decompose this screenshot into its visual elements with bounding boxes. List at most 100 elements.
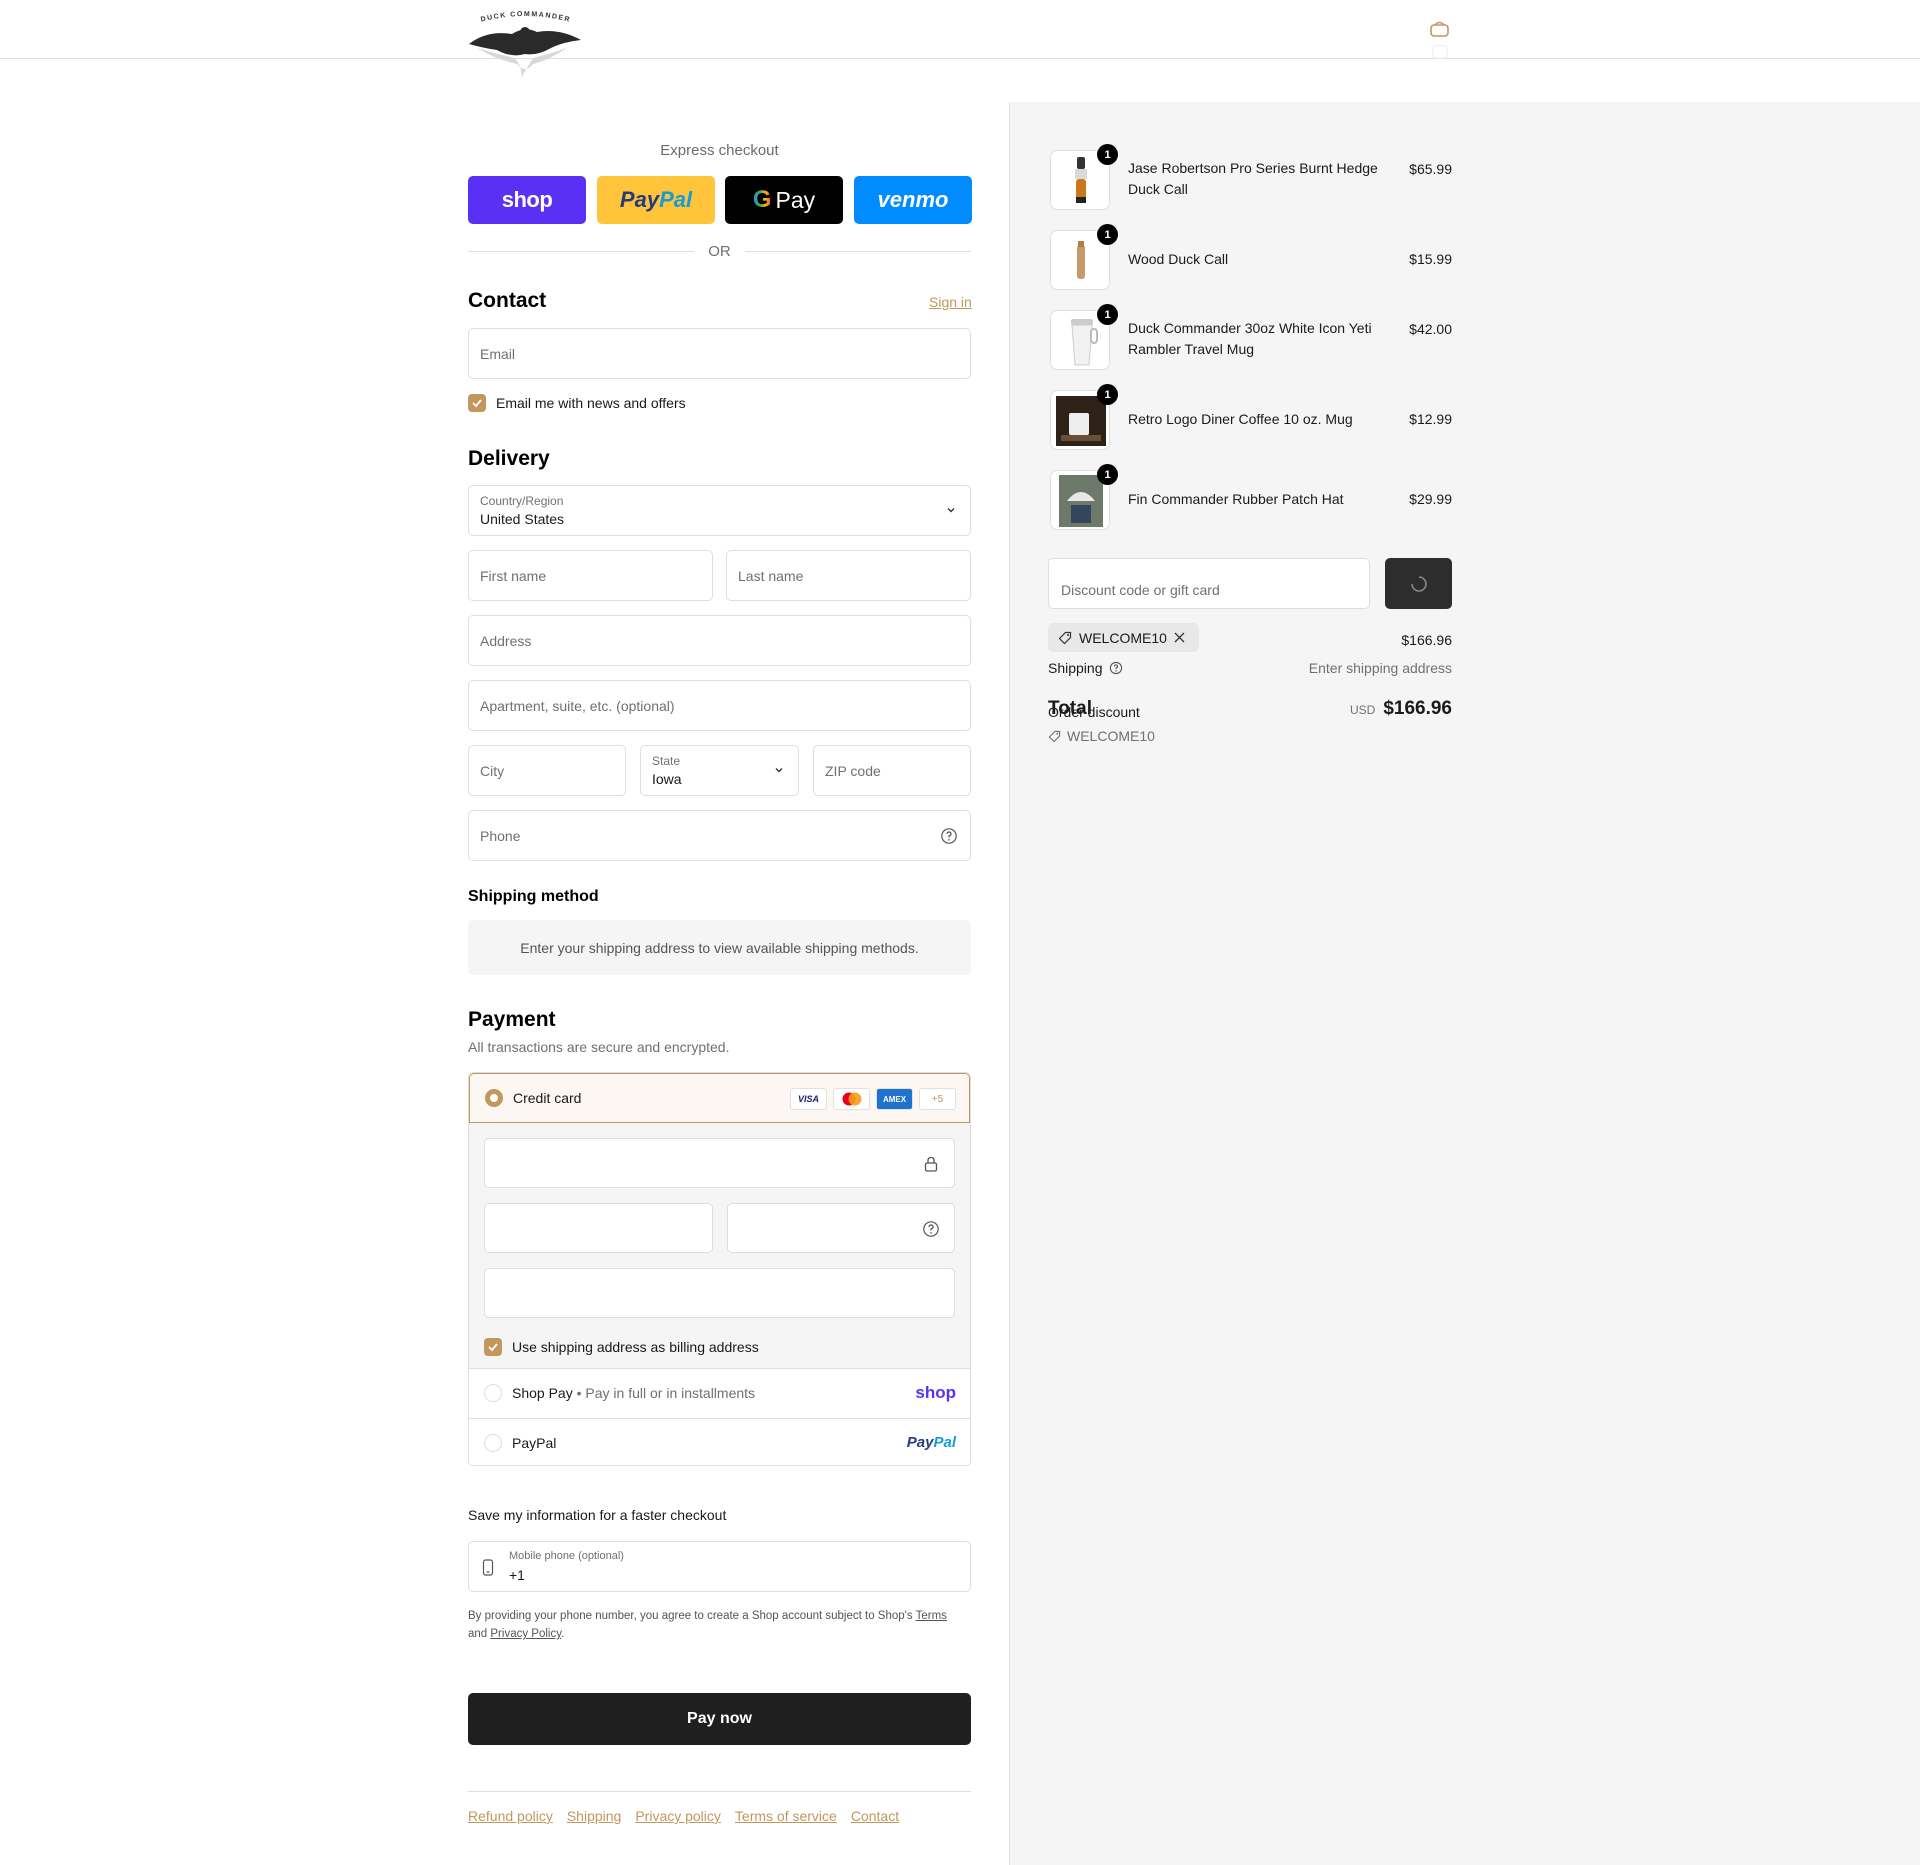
paypal-logo-part2: Pal: [933, 1434, 956, 1451]
expiration-date-field[interactable]: [484, 1203, 713, 1253]
city-field[interactable]: City: [468, 745, 626, 796]
country-label: Country/Region: [480, 494, 564, 508]
item-price: $42.00: [1409, 321, 1452, 337]
name-on-card-field[interactable]: [484, 1268, 955, 1318]
contact-title: Contact: [468, 289, 547, 312]
item-price: $15.99: [1409, 251, 1452, 267]
total-value-row: USD $166.96: [1350, 698, 1452, 720]
subtotal-value: $166.96: [1401, 632, 1452, 648]
shop-pay-express-button[interactable]: shop: [468, 176, 586, 224]
apartment-field[interactable]: Apartment, suite, etc. (optional): [468, 680, 971, 731]
shipping-label: Shipping: [1048, 660, 1103, 676]
credit-card-radio[interactable]: [485, 1089, 503, 1107]
payment-subtitle: All transactions are secure and encrypte…: [468, 1039, 730, 1055]
country-value: United States: [480, 511, 565, 527]
pay-now-button[interactable]: Pay now: [468, 1693, 971, 1745]
email-field[interactable]: Email: [468, 328, 971, 379]
total-value: $166.96: [1383, 698, 1452, 719]
gpay-label: Pay: [775, 186, 816, 213]
refund-policy-link[interactable]: Refund policy: [468, 1808, 553, 1824]
mobile-phone-field[interactable]: Mobile phone (optional) +1: [468, 1541, 971, 1592]
quantity-badge: 1: [1097, 384, 1118, 405]
payment-title: Payment: [468, 1008, 556, 1031]
help-icon[interactable]: [940, 827, 958, 845]
first-name-field[interactable]: First name: [468, 550, 713, 601]
shop-pay-label: Shop Pay: [512, 1385, 573, 1401]
billing-checkbox-row[interactable]: Use shipping address as billing address: [484, 1338, 759, 1356]
credit-card-form: Use shipping address as billing address: [469, 1123, 970, 1368]
bag-icon: [1430, 21, 1449, 59]
security-code-field[interactable]: [727, 1203, 955, 1253]
paypal-radio[interactable]: [484, 1434, 502, 1452]
close-icon[interactable]: [1174, 632, 1185, 643]
news-checkbox[interactable]: [468, 394, 486, 412]
phone-field[interactable]: Phone: [468, 810, 971, 861]
zip-placeholder: ZIP code: [825, 763, 881, 779]
billing-label: Use shipping address as billing address: [512, 1339, 759, 1355]
disclaimer-period: .: [561, 1628, 565, 1640]
cart-item: 1 Duck Commander 30oz White Icon Yeti Ra…: [1048, 304, 1452, 374]
total-label: Total: [1048, 698, 1092, 719]
state-select[interactable]: State Iowa: [640, 745, 799, 796]
state-label: State: [652, 754, 681, 768]
svg-text:DUCK COMMANDER: DUCK COMMANDER: [480, 11, 572, 24]
venmo-express-button[interactable]: venmo: [854, 176, 972, 224]
terms-link[interactable]: Terms: [916, 1610, 947, 1622]
payment-methods: Credit card VISA AMEX +5 Use shipping ad…: [468, 1072, 971, 1466]
address-placeholder: Address: [480, 633, 532, 649]
applied-discount-chip: WELCOME10: [1048, 623, 1199, 652]
item-name: Wood Duck Call: [1128, 251, 1229, 267]
state-value: Iowa: [652, 771, 682, 787]
spinner-icon: [1410, 575, 1427, 592]
help-icon[interactable]: [922, 1220, 940, 1238]
tag-icon: [1048, 730, 1061, 742]
divider-line: [468, 250, 695, 252]
google-pay-express-button[interactable]: G Pay: [725, 176, 843, 224]
shop-pay-logo: shop: [501, 187, 553, 212]
item-price: $29.99: [1409, 491, 1452, 507]
terms-of-service-link[interactable]: Terms of service: [735, 1808, 837, 1824]
billing-checkbox[interactable]: [484, 1338, 502, 1356]
shop-pay-option[interactable]: Shop Pay • Pay in full or in installment…: [469, 1368, 970, 1418]
shop-pay-separator: •: [576, 1385, 582, 1401]
disclaimer-text: By providing your phone number, you agre…: [468, 1610, 913, 1622]
apartment-placeholder: Apartment, suite, etc. (optional): [480, 698, 675, 714]
country-select[interactable]: Country/Region United States: [468, 485, 971, 536]
zip-field[interactable]: ZIP code: [813, 745, 971, 796]
privacy-policy-footer-link[interactable]: Privacy policy: [635, 1808, 721, 1824]
cart-button[interactable]: [1428, 20, 1452, 62]
shop-pay-radio[interactable]: [484, 1384, 502, 1402]
delivery-title: Delivery: [468, 447, 550, 470]
discount-code-input[interactable]: Discount code or gift card: [1048, 558, 1370, 609]
mastercard-icon: [833, 1088, 870, 1110]
contact-link[interactable]: Contact: [851, 1808, 899, 1824]
shipping-method-title: Shipping method: [468, 888, 599, 905]
duck-commander-logo[interactable]: DUCK COMMANDER: [467, 8, 583, 80]
paypal-label: PayPal: [512, 1435, 557, 1451]
apply-discount-button[interactable]: [1385, 558, 1452, 609]
paypal-logo-part1: Pay: [906, 1434, 934, 1451]
paypal-option[interactable]: PayPal PayPal: [469, 1418, 970, 1465]
item-name: Fin Commander Rubber Patch Hat: [1128, 491, 1344, 507]
news-checkbox-row[interactable]: Email me with news and offers: [468, 394, 686, 412]
more-cards-badge: +5: [919, 1088, 956, 1110]
order-discount-code-row: WELCOME10: [1048, 728, 1155, 744]
quantity-badge: 1: [1097, 144, 1118, 165]
shipping-link[interactable]: Shipping: [567, 1808, 622, 1824]
cart-item: 1 Fin Commander Rubber Patch Hat $29.99: [1048, 464, 1452, 534]
quantity-badge: 1: [1097, 464, 1118, 485]
address-field[interactable]: Address: [468, 615, 971, 666]
cart-item: 1 Jase Robertson Pro Series Burnt Hedge …: [1048, 144, 1452, 214]
help-icon[interactable]: [1109, 661, 1123, 675]
email-placeholder: Email: [480, 346, 516, 362]
mobile-phone-value: +1: [509, 1567, 525, 1583]
item-price: $12.99: [1409, 411, 1452, 427]
credit-card-option[interactable]: Credit card VISA AMEX +5: [469, 1073, 970, 1123]
check-icon: [472, 399, 482, 408]
privacy-policy-link[interactable]: Privacy Policy: [490, 1628, 561, 1640]
card-number-field[interactable]: [484, 1138, 955, 1188]
sign-in-link[interactable]: Sign in: [929, 294, 972, 310]
express-checkout-title: Express checkout: [660, 142, 779, 159]
paypal-express-button[interactable]: Pay Pal: [597, 176, 715, 224]
last-name-field[interactable]: Last name: [726, 550, 971, 601]
